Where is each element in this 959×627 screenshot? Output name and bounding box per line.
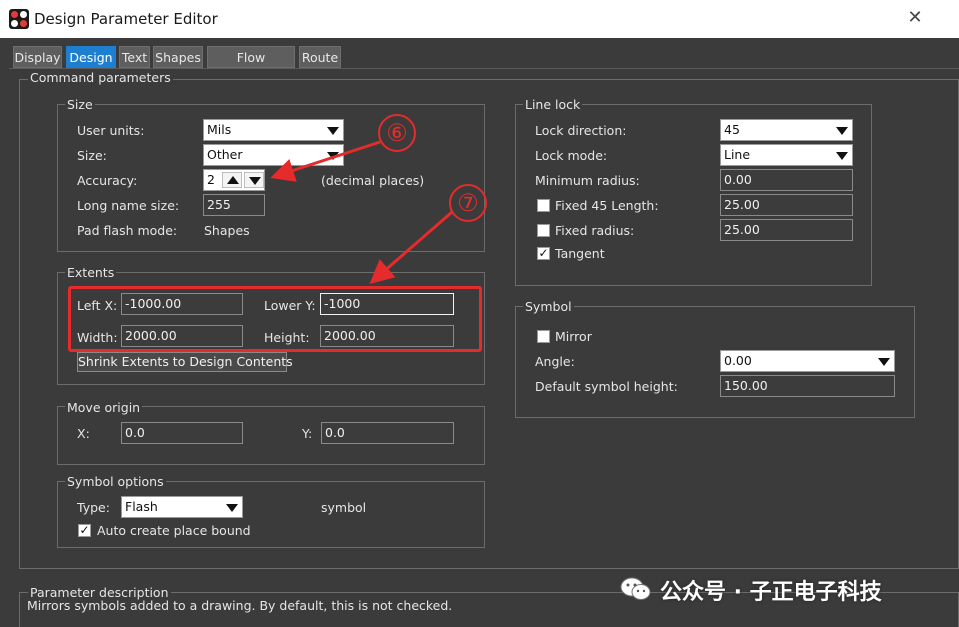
arrow-to-accuracy — [270, 140, 381, 182]
annotation-arrows — [270, 140, 453, 284]
wechat-icon — [620, 577, 651, 600]
watermark-text: 公众号 · 子正电子科技 — [660, 580, 882, 605]
arrow-to-extents — [369, 210, 453, 284]
